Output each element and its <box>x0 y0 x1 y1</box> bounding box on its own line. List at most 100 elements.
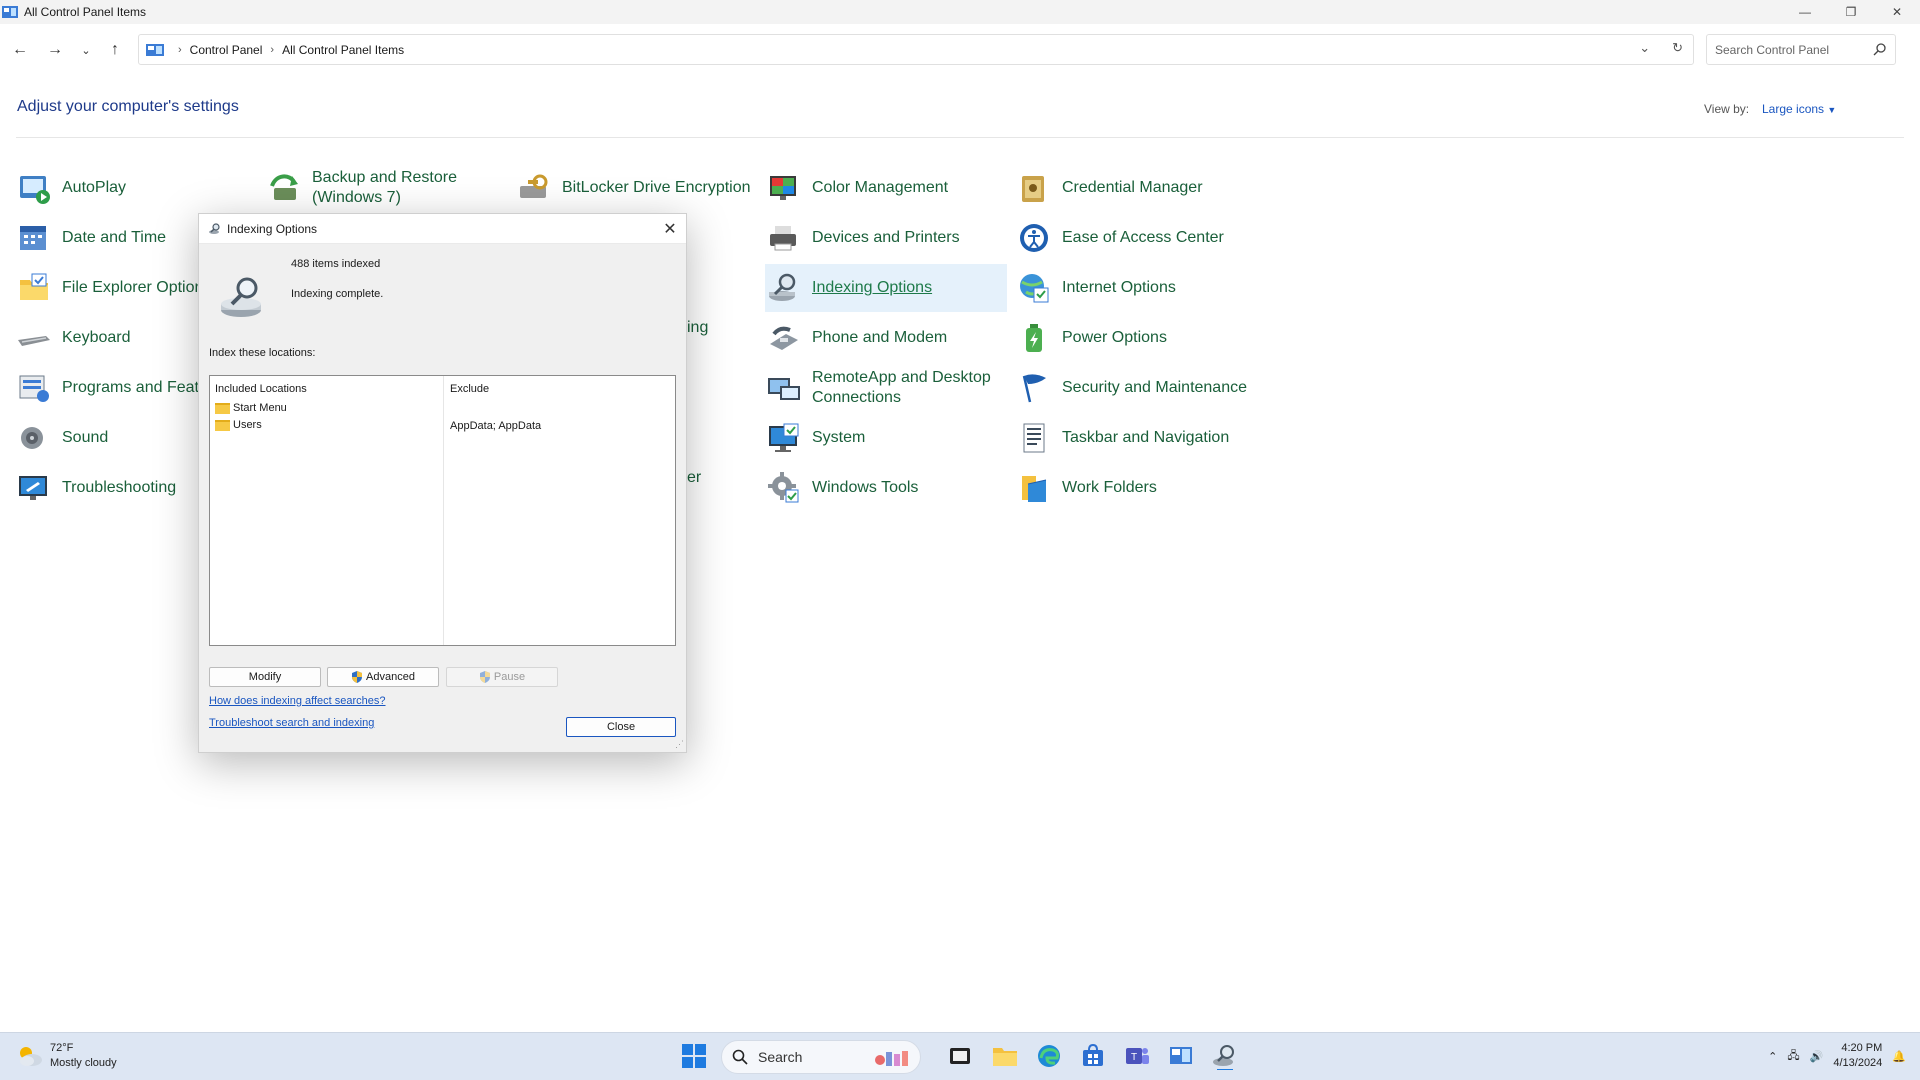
taskbar: 72°F Mostly cloudy Search T ⌃ 🖧 🔊 4:20 P… <box>0 1032 1920 1080</box>
cp-item-indexing-options[interactable]: Indexing Options <box>765 264 1007 312</box>
cp-item-remoteapp[interactable]: RemoteApp and Desktop Connections <box>750 364 1000 412</box>
troubleshoot-link[interactable]: Troubleshoot search and indexing <box>209 717 374 729</box>
search-input[interactable]: Search Control Panel <box>1706 34 1896 65</box>
notifications-icon[interactable]: 🔔 <box>1892 1050 1906 1063</box>
caret-down-icon: ▼ <box>1827 105 1837 115</box>
ease-of-access-icon <box>1020 224 1048 252</box>
clock-date: 4/13/2024 <box>1833 1057 1883 1069</box>
restore-button[interactable]: ❐ <box>1828 0 1874 24</box>
cp-item-autoplay[interactable]: AutoPlay <box>0 164 240 212</box>
teams-icon[interactable]: T <box>1123 1042 1151 1070</box>
item-label: Indexing Options <box>812 279 933 296</box>
edge-icon[interactable] <box>1035 1042 1063 1070</box>
item-label: AutoPlay <box>62 179 127 196</box>
item-label: Credential Manager <box>1062 179 1203 196</box>
clock-time: 4:20 PM <box>1841 1042 1883 1054</box>
item-label: Ease of Access Center <box>1062 229 1224 246</box>
button-label: Pause <box>493 671 526 683</box>
close-button[interactable]: Close <box>566 717 676 737</box>
taskbar-search-label: Search <box>758 1049 803 1065</box>
view-by-value: Large icons <box>1762 102 1825 116</box>
index-locations-label: Index these locations: <box>209 347 316 359</box>
cloudy-weather-icon <box>20 1047 42 1066</box>
close-window-button[interactable]: ✕ <box>1874 0 1920 24</box>
cp-item-credential-manager[interactable]: Credential Manager <box>1000 164 1240 212</box>
clock[interactable]: 4:20 PM 4/13/2024 <box>1833 1041 1882 1071</box>
close-icon[interactable]: ✕ <box>658 217 682 241</box>
svg-text:T: T <box>1131 1052 1137 1063</box>
breadcrumb-control-panel[interactable]: Control Panel <box>190 43 263 57</box>
dialog-body: 488 items indexed Indexing complete. Ind… <box>199 244 686 752</box>
chevron-down-icon[interactable]: ⌄ <box>1639 40 1650 56</box>
back-icon[interactable]: ← <box>8 38 32 62</box>
refresh-icon[interactable]: ↻ <box>1672 40 1683 56</box>
task-view-icon[interactable] <box>946 1042 974 1070</box>
item-label-partial: ing <box>687 319 709 336</box>
weather-temperature: 72°F <box>50 1042 74 1054</box>
location-name: Start Menu <box>233 402 287 414</box>
breadcrumb-current[interactable]: All Control Panel Items <box>282 43 404 57</box>
cp-item-color-management[interactable]: Color Management <box>750 164 990 212</box>
pause-button[interactable]: Pause <box>446 667 558 687</box>
weather-widget[interactable]: 72°F Mostly cloudy <box>16 1041 117 1071</box>
control-panel-taskbar-icon[interactable] <box>1167 1042 1195 1070</box>
cp-item-taskbar-navigation[interactable]: Taskbar and Navigation <box>1000 414 1260 462</box>
view-by-dropdown[interactable]: Large icons ▼ <box>1762 102 1836 116</box>
file-explorer-icon[interactable] <box>991 1042 1019 1070</box>
recent-locations-icon[interactable]: ⌄ <box>74 38 98 62</box>
date-time-icon <box>20 226 46 250</box>
weather-description: Mostly cloudy <box>50 1057 117 1069</box>
volume-icon[interactable]: 🔊 <box>1810 1050 1824 1063</box>
item-label: Troubleshooting <box>62 479 177 496</box>
system-icon <box>769 423 799 452</box>
store-icon[interactable] <box>1079 1042 1107 1070</box>
color-management-icon <box>770 176 796 200</box>
cp-item-devices-printers[interactable]: Devices and Printers <box>750 214 990 262</box>
indexing-options-taskbar-icon[interactable] <box>1211 1042 1239 1070</box>
start-windows-icon[interactable] <box>681 1043 707 1069</box>
location-name: Users <box>233 419 262 431</box>
cp-item-power-options[interactable]: Power Options <box>1000 314 1240 362</box>
cp-item-windows-tools[interactable]: Windows Tools <box>750 464 990 512</box>
table-row[interactable]: Start Menu <box>215 402 287 414</box>
column-header-included[interactable]: Included Locations <box>215 383 307 395</box>
address-bar[interactable]: › Control Panel › All Control Panel Item… <box>138 34 1694 65</box>
devices-printers-icon <box>770 226 796 251</box>
modify-button[interactable]: Modify <box>209 667 321 687</box>
search-icon <box>1873 43 1886 56</box>
column-header-exclude[interactable]: Exclude <box>450 383 489 395</box>
cp-item-security-maintenance[interactable]: Security and Maintenance <box>1000 364 1260 412</box>
taskbar-navigation-icon <box>1023 423 1045 453</box>
window-title: All Control Panel Items <box>24 5 147 19</box>
item-label: Internet Options <box>1062 279 1176 296</box>
taskbar-search[interactable]: Search <box>721 1040 921 1074</box>
indexing-help-link[interactable]: How does indexing affect searches? <box>209 695 386 707</box>
item-label: RemoteApp and Desktop Connections <box>812 369 991 406</box>
indexing-status: Indexing complete. <box>291 288 384 300</box>
cp-item-ease-of-access[interactable]: Ease of Access Center <box>1000 214 1240 262</box>
locations-table[interactable]: Included Locations Exclude Start Menu Us… <box>209 375 676 646</box>
folder-icon <box>215 419 230 431</box>
forward-icon[interactable]: → <box>43 38 67 62</box>
indexing-options-dialog: Indexing Options ✕ 488 items indexed Ind… <box>198 213 687 753</box>
table-row[interactable]: Users <box>215 419 262 431</box>
up-icon[interactable]: ↑ <box>103 38 127 62</box>
chevron-right-icon: › <box>178 43 182 56</box>
network-icon[interactable]: 🖧 <box>1787 1047 1799 1066</box>
cp-item-work-folders[interactable]: Work Folders <box>1000 464 1240 512</box>
advanced-button[interactable]: Advanced <box>327 667 439 687</box>
cp-item-bitlocker[interactable]: BitLocker Drive Encryption <box>500 164 760 212</box>
resize-grip-icon[interactable]: ⋰ <box>675 739 684 750</box>
show-hidden-icons-chevron-icon[interactable]: ⌃ <box>1768 1050 1777 1063</box>
item-label: Devices and Printers <box>812 229 960 246</box>
cp-item-phone-modem[interactable]: Phone and Modem <box>750 314 990 362</box>
cp-item-internet-options[interactable]: Internet Options <box>1000 264 1240 312</box>
minimize-button[interactable]: — <box>1782 0 1828 24</box>
item-label: Windows Tools <box>812 479 919 496</box>
cp-item-system[interactable]: System <box>750 414 990 462</box>
phone-modem-icon <box>770 326 798 350</box>
item-label: Power Options <box>1062 329 1167 346</box>
cp-item-backup-restore[interactable]: Backup and Restore (Windows 7) <box>250 164 490 212</box>
location-exclude: AppData; AppData <box>450 420 542 432</box>
item-label: Backup and Restore (Windows 7) <box>312 169 457 206</box>
